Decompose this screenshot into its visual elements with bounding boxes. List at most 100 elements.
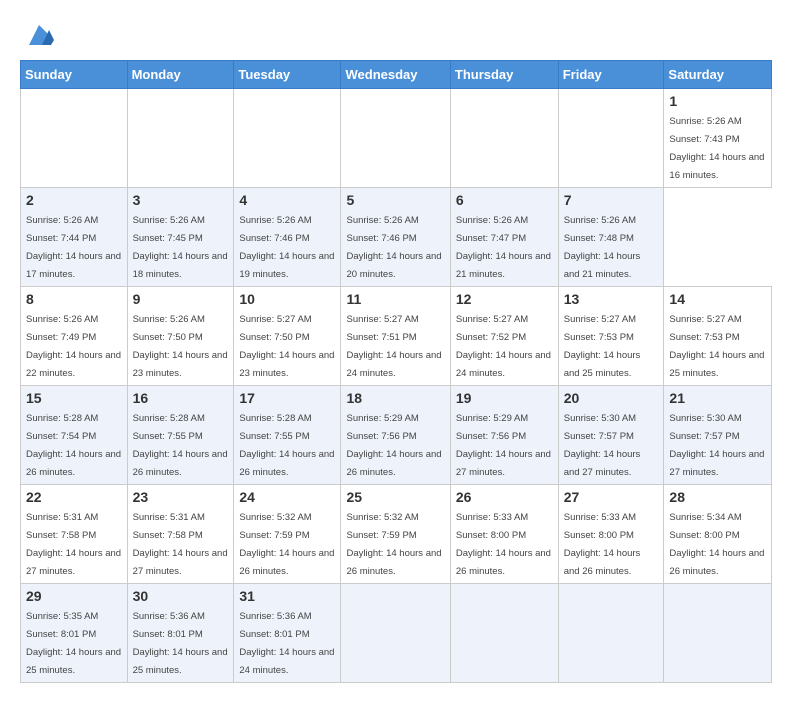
day-number: 4	[239, 192, 335, 208]
calendar-day-16: 16Sunrise: 5:28 AMSunset: 7:55 PMDayligh…	[127, 386, 234, 485]
calendar-day-11: 11 Sunrise: 5:27 AMSunset: 7:51 PMDayligh…	[341, 287, 450, 386]
day-info: Sunrise: 5:31 AMSunset: 7:58 PMDaylight:…	[26, 512, 121, 577]
empty-cell	[234, 89, 341, 188]
day-number: 29	[26, 588, 122, 604]
day-info: Sunrise: 5:36 AMSunset: 8:01 PMDaylight:…	[133, 611, 228, 676]
calendar-header-monday: Monday	[127, 61, 234, 89]
empty-cell	[127, 89, 234, 188]
calendar-day-10: 10 Sunrise: 5:27 AMSunset: 7:50 PMDayligh…	[234, 287, 341, 386]
day-info: Sunrise: 5:26 AMSunset: 7:49 PMDaylight:…	[26, 314, 121, 379]
calendar-day-19: 19 Sunrise: 5:29 AMSunset: 7:56 PMDayligh…	[450, 386, 558, 485]
calendar-header-saturday: Saturday	[664, 61, 772, 89]
day-info: Sunrise: 5:27 AMSunset: 7:52 PMDaylight:…	[456, 314, 551, 379]
empty-cell	[21, 89, 128, 188]
day-info: Sunrise: 5:30 AMSunset: 7:57 PMDaylight:…	[669, 413, 764, 478]
day-info: Sunrise: 5:29 AMSunset: 7:56 PMDaylight:…	[456, 413, 551, 478]
calendar-row-week-4: 15 Sunrise: 5:28 AMSunset: 7:54 PMDayligh…	[21, 386, 772, 485]
calendar-day-6: 6 Sunrise: 5:26 AMSunset: 7:47 PMDaylight…	[450, 188, 558, 287]
calendar-day-4: 4 Sunrise: 5:26 AMSunset: 7:46 PMDaylight…	[234, 188, 341, 287]
calendar-day-21: 21 Sunrise: 5:30 AMSunset: 7:57 PMDayligh…	[664, 386, 772, 485]
day-number: 1	[669, 93, 766, 109]
calendar-day-23: 23Sunrise: 5:31 AMSunset: 7:58 PMDayligh…	[127, 485, 234, 584]
calendar-day-27: 27 Sunrise: 5:33 AMSunset: 8:00 PMDayligh…	[558, 485, 664, 584]
day-info: Sunrise: 5:27 AMSunset: 7:53 PMDaylight:…	[564, 314, 641, 379]
day-number: 7	[564, 192, 659, 208]
calendar-day-22: 22 Sunrise: 5:31 AMSunset: 7:58 PMDayligh…	[21, 485, 128, 584]
calendar-day-7: 7 Sunrise: 5:26 AMSunset: 7:48 PMDaylight…	[558, 188, 664, 287]
calendar-day-9: 9 Sunrise: 5:26 AMSunset: 7:50 PMDaylight…	[127, 287, 234, 386]
empty-cell	[558, 89, 664, 188]
empty-cell	[664, 584, 772, 683]
calendar-day-29: 29Sunrise: 5:35 AMSunset: 8:01 PMDayligh…	[21, 584, 128, 683]
calendar-day-20: 20Sunrise: 5:30 AMSunset: 7:57 PMDayligh…	[558, 386, 664, 485]
day-number: 11	[346, 291, 444, 307]
calendar-day-17: 17 Sunrise: 5:28 AMSunset: 7:55 PMDayligh…	[234, 386, 341, 485]
day-number: 10	[239, 291, 335, 307]
day-info: Sunrise: 5:27 AMSunset: 7:53 PMDaylight:…	[669, 314, 764, 379]
day-number: 22	[26, 489, 122, 505]
page-header	[20, 20, 772, 50]
day-info: Sunrise: 5:26 AMSunset: 7:48 PMDaylight:…	[564, 215, 641, 280]
day-number: 25	[346, 489, 444, 505]
calendar-day-24: 24 Sunrise: 5:32 AMSunset: 7:59 PMDayligh…	[234, 485, 341, 584]
day-number: 27	[564, 489, 659, 505]
day-info: Sunrise: 5:36 AMSunset: 8:01 PMDaylight:…	[239, 611, 334, 676]
calendar-day-8: 8Sunrise: 5:26 AMSunset: 7:49 PMDaylight…	[21, 287, 128, 386]
day-info: Sunrise: 5:33 AMSunset: 8:00 PMDaylight:…	[456, 512, 551, 577]
day-number: 3	[133, 192, 229, 208]
empty-cell	[450, 584, 558, 683]
calendar-day-30: 30Sunrise: 5:36 AMSunset: 8:01 PMDayligh…	[127, 584, 234, 683]
day-number: 28	[669, 489, 766, 505]
day-info: Sunrise: 5:28 AMSunset: 7:55 PMDaylight:…	[239, 413, 334, 478]
logo	[20, 20, 54, 50]
day-number: 6	[456, 192, 553, 208]
empty-cell	[341, 89, 450, 188]
day-info: Sunrise: 5:26 AMSunset: 7:46 PMDaylight:…	[239, 215, 334, 280]
day-number: 24	[239, 489, 335, 505]
calendar-day-25: 25 Sunrise: 5:32 AMSunset: 7:59 PMDayligh…	[341, 485, 450, 584]
day-info: Sunrise: 5:26 AMSunset: 7:46 PMDaylight:…	[346, 215, 441, 280]
day-info: Sunrise: 5:27 AMSunset: 7:50 PMDaylight:…	[239, 314, 334, 379]
day-info: Sunrise: 5:26 AMSunset: 7:47 PMDaylight:…	[456, 215, 551, 280]
calendar-header-friday: Friday	[558, 61, 664, 89]
calendar-day-3: 3Sunrise: 5:26 AMSunset: 7:45 PMDaylight…	[127, 188, 234, 287]
logo-icon	[24, 20, 54, 50]
day-number: 18	[346, 390, 444, 406]
day-number: 16	[133, 390, 229, 406]
calendar-day-5: 5 Sunrise: 5:26 AMSunset: 7:46 PMDaylight…	[341, 188, 450, 287]
day-number: 13	[564, 291, 659, 307]
day-info: Sunrise: 5:27 AMSunset: 7:51 PMDaylight:…	[346, 314, 441, 379]
calendar-day-12: 12 Sunrise: 5:27 AMSunset: 7:52 PMDayligh…	[450, 287, 558, 386]
day-info: Sunrise: 5:34 AMSunset: 8:00 PMDaylight:…	[669, 512, 764, 577]
day-number: 5	[346, 192, 444, 208]
calendar-row-week-2: 2 Sunrise: 5:26 AMSunset: 7:44 PMDaylight…	[21, 188, 772, 287]
day-number: 14	[669, 291, 766, 307]
calendar-row-week-5: 22 Sunrise: 5:31 AMSunset: 7:58 PMDayligh…	[21, 485, 772, 584]
day-number: 15	[26, 390, 122, 406]
calendar-header-tuesday: Tuesday	[234, 61, 341, 89]
day-info: Sunrise: 5:26 AMSunset: 7:44 PMDaylight:…	[26, 215, 121, 280]
empty-cell	[558, 584, 664, 683]
day-info: Sunrise: 5:32 AMSunset: 7:59 PMDaylight:…	[239, 512, 334, 577]
day-info: Sunrise: 5:32 AMSunset: 7:59 PMDaylight:…	[346, 512, 441, 577]
calendar-day-1: 1Sunrise: 5:26 AMSunset: 7:43 PMDaylight…	[664, 89, 772, 188]
calendar-day-13: 13 Sunrise: 5:27 AMSunset: 7:53 PMDayligh…	[558, 287, 664, 386]
calendar-day-15: 15 Sunrise: 5:28 AMSunset: 7:54 PMDayligh…	[21, 386, 128, 485]
day-number: 9	[133, 291, 229, 307]
day-number: 19	[456, 390, 553, 406]
day-number: 21	[669, 390, 766, 406]
day-number: 17	[239, 390, 335, 406]
calendar-day-2: 2 Sunrise: 5:26 AMSunset: 7:44 PMDaylight…	[21, 188, 128, 287]
day-info: Sunrise: 5:28 AMSunset: 7:54 PMDaylight:…	[26, 413, 121, 478]
empty-cell	[341, 584, 450, 683]
day-number: 12	[456, 291, 553, 307]
day-info: Sunrise: 5:33 AMSunset: 8:00 PMDaylight:…	[564, 512, 641, 577]
day-number: 2	[26, 192, 122, 208]
calendar-day-18: 18Sunrise: 5:29 AMSunset: 7:56 PMDayligh…	[341, 386, 450, 485]
calendar-header-sunday: Sunday	[21, 61, 128, 89]
calendar-day-14: 14 Sunrise: 5:27 AMSunset: 7:53 PMDayligh…	[664, 287, 772, 386]
day-info: Sunrise: 5:30 AMSunset: 7:57 PMDaylight:…	[564, 413, 641, 478]
calendar-day-28: 28 Sunrise: 5:34 AMSunset: 8:00 PMDayligh…	[664, 485, 772, 584]
day-info: Sunrise: 5:26 AMSunset: 7:50 PMDaylight:…	[133, 314, 228, 379]
day-number: 31	[239, 588, 335, 604]
